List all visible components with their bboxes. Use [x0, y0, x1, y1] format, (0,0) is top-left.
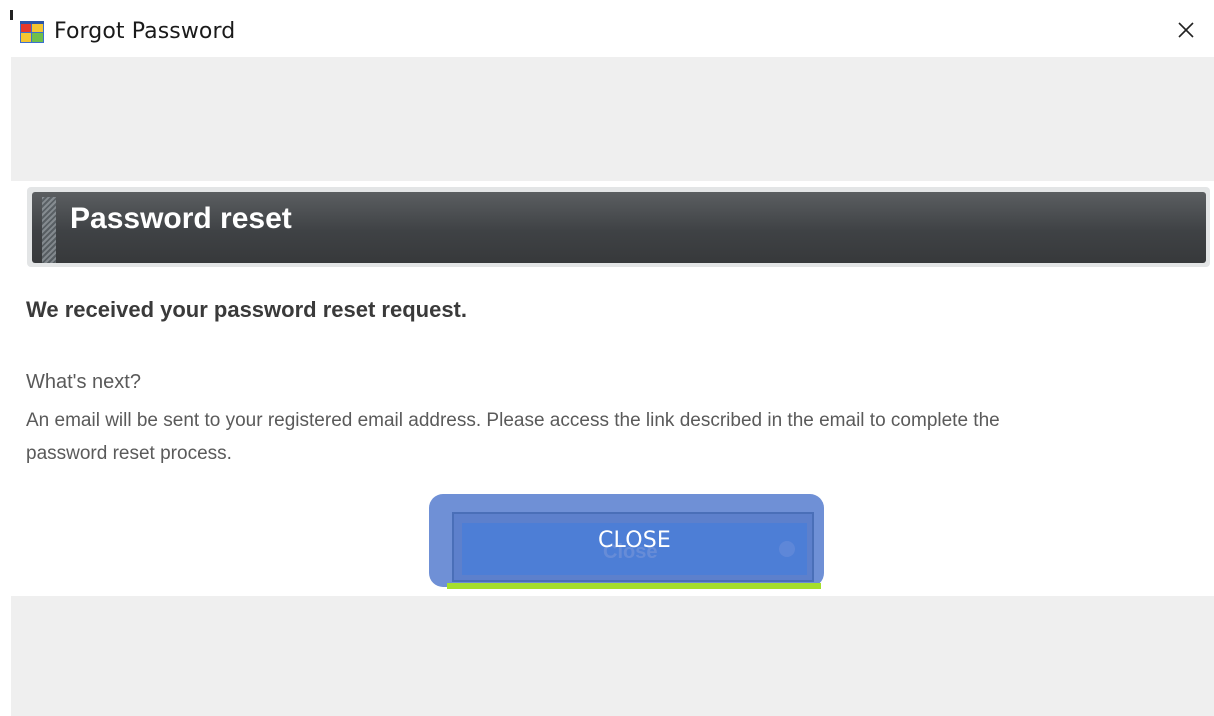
top-spacer-band	[11, 57, 1214, 181]
window-corner-mark	[10, 10, 13, 20]
close-icon[interactable]	[1172, 16, 1200, 44]
panel-header: Password reset	[32, 192, 1206, 263]
bottom-spacer-band	[11, 596, 1214, 716]
instructions-text: An email will be sent to your registered…	[26, 410, 1000, 464]
window-title: Forgot Password	[54, 19, 236, 44]
title-bar: Forgot Password	[0, 0, 1214, 56]
confirmation-message: We received your password reset request.	[26, 297, 467, 322]
close-button-underline	[447, 583, 821, 589]
close-button-label[interactable]: CLOSE	[462, 528, 807, 553]
forgot-password-window: Forgot Password Password reset We receiv…	[0, 0, 1214, 716]
header-stripe-decoration	[42, 197, 56, 263]
panel-heading: Password reset	[70, 202, 292, 235]
whats-next-heading: What's next?	[26, 371, 141, 393]
app-window-icon	[20, 21, 44, 43]
